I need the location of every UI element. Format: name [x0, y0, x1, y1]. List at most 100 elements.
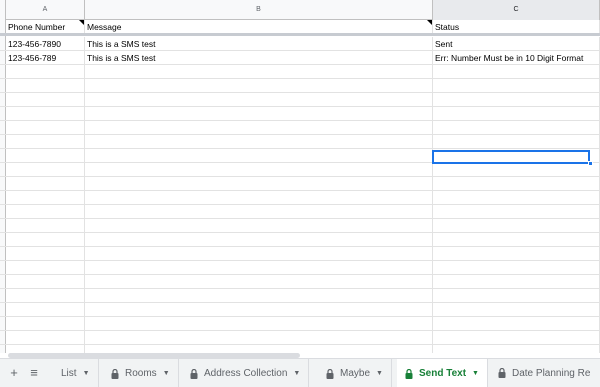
- empty-cell[interactable]: [433, 261, 600, 274]
- empty-cell[interactable]: [433, 247, 600, 260]
- empty-cell[interactable]: [433, 205, 600, 218]
- empty-cell[interactable]: [6, 205, 85, 218]
- cell-a1[interactable]: Phone Number: [6, 20, 85, 33]
- empty-cell[interactable]: [6, 121, 85, 134]
- empty-cell[interactable]: [433, 345, 600, 353]
- spreadsheet-grid[interactable]: Phone Number Message Status 123-456-7890…: [0, 20, 600, 353]
- tab-list[interactable]: List ▼: [53, 359, 99, 387]
- tab-rooms[interactable]: Rooms ▼: [103, 359, 179, 387]
- cell-a3[interactable]: 123-456-789: [6, 51, 85, 64]
- empty-cell[interactable]: [433, 317, 600, 330]
- empty-cell[interactable]: [433, 219, 600, 232]
- empty-cell[interactable]: [85, 149, 433, 162]
- empty-cell[interactable]: [433, 177, 600, 190]
- empty-cell[interactable]: [433, 233, 600, 246]
- empty-cell[interactable]: [85, 163, 433, 176]
- cell-c2[interactable]: Sent: [433, 37, 600, 50]
- cell-c1[interactable]: Status: [433, 20, 600, 33]
- note-indicator-icon: [79, 20, 84, 25]
- add-sheet-icon[interactable]: +: [6, 365, 22, 381]
- empty-cell[interactable]: [85, 65, 433, 78]
- empty-cell[interactable]: [85, 107, 433, 120]
- cell-b3[interactable]: This is a SMS test: [85, 51, 433, 64]
- cell-b1[interactable]: Message: [85, 20, 433, 33]
- empty-cell[interactable]: [85, 205, 433, 218]
- tab-date-planning[interactable]: Date Planning Re: [490, 359, 598, 387]
- all-sheets-menu-icon[interactable]: ≡: [26, 365, 42, 381]
- empty-cell[interactable]: [85, 177, 433, 190]
- active-cell-selection: [432, 150, 590, 164]
- lock-icon: [326, 368, 334, 379]
- empty-cell[interactable]: [433, 191, 600, 204]
- empty-cell[interactable]: [85, 79, 433, 92]
- tab-label: Rooms: [125, 368, 157, 380]
- empty-cell[interactable]: [6, 275, 85, 288]
- empty-cell[interactable]: [6, 219, 85, 232]
- empty-cell[interactable]: [85, 135, 433, 148]
- fill-handle[interactable]: [588, 161, 593, 166]
- empty-cell[interactable]: [433, 93, 600, 106]
- empty-cell[interactable]: [6, 79, 85, 92]
- empty-cell[interactable]: [6, 303, 85, 316]
- empty-cell[interactable]: [85, 275, 433, 288]
- empty-cell[interactable]: [433, 303, 600, 316]
- tab-label: Address Collection: [204, 368, 288, 380]
- tab-send-text[interactable]: Send Text ▼: [397, 359, 488, 387]
- cell-text: Status: [435, 22, 460, 32]
- empty-cell[interactable]: [6, 331, 85, 344]
- caret-down-icon[interactable]: ▼: [83, 359, 90, 387]
- empty-cell[interactable]: [6, 191, 85, 204]
- tab-address-collection[interactable]: Address Collection ▼: [182, 359, 310, 387]
- column-header-c[interactable]: C: [433, 0, 600, 20]
- empty-cell[interactable]: [6, 149, 85, 162]
- empty-cell[interactable]: [6, 247, 85, 260]
- empty-cell[interactable]: [85, 345, 433, 353]
- empty-row: [0, 331, 600, 345]
- empty-cell[interactable]: [85, 247, 433, 260]
- empty-row: [0, 261, 600, 275]
- cell-a2[interactable]: 123-456-7890: [6, 37, 85, 50]
- cell-b2[interactable]: This is a SMS test: [85, 37, 433, 50]
- empty-cell[interactable]: [6, 233, 85, 246]
- empty-cell[interactable]: [85, 261, 433, 274]
- tab-maybe[interactable]: Maybe ▼: [318, 359, 392, 387]
- column-header-b[interactable]: B: [85, 0, 433, 20]
- empty-row: [0, 233, 600, 247]
- empty-cell[interactable]: [6, 93, 85, 106]
- cell-c3[interactable]: Err: Number Must be in 10 Digit Format: [433, 51, 600, 64]
- empty-cell[interactable]: [6, 107, 85, 120]
- empty-cell[interactable]: [85, 191, 433, 204]
- empty-cell[interactable]: [433, 275, 600, 288]
- empty-cell[interactable]: [433, 121, 600, 134]
- caret-down-icon[interactable]: ▼: [376, 359, 383, 387]
- caret-down-icon[interactable]: ▼: [293, 359, 300, 387]
- empty-cell[interactable]: [433, 79, 600, 92]
- lock-icon: [111, 368, 119, 379]
- empty-cell[interactable]: [433, 289, 600, 302]
- column-header-a[interactable]: A: [6, 0, 85, 20]
- empty-cell[interactable]: [85, 93, 433, 106]
- empty-cell[interactable]: [6, 345, 85, 353]
- empty-cell[interactable]: [85, 289, 433, 302]
- empty-cell[interactable]: [85, 303, 433, 316]
- empty-cell[interactable]: [433, 107, 600, 120]
- empty-cell[interactable]: [6, 65, 85, 78]
- empty-cell[interactable]: [85, 219, 433, 232]
- empty-cell[interactable]: [433, 135, 600, 148]
- empty-cell[interactable]: [6, 177, 85, 190]
- empty-cell[interactable]: [6, 289, 85, 302]
- empty-cell[interactable]: [6, 317, 85, 330]
- caret-down-icon[interactable]: ▼: [163, 359, 170, 387]
- empty-cell[interactable]: [6, 163, 85, 176]
- empty-cell[interactable]: [433, 65, 600, 78]
- empty-cell[interactable]: [6, 135, 85, 148]
- empty-cell[interactable]: [6, 261, 85, 274]
- empty-row: [0, 191, 600, 205]
- empty-cell[interactable]: [85, 317, 433, 330]
- empty-cell[interactable]: [433, 331, 600, 344]
- empty-cell[interactable]: [85, 233, 433, 246]
- empty-cell[interactable]: [85, 121, 433, 134]
- empty-cell[interactable]: [85, 331, 433, 344]
- caret-down-icon[interactable]: ▼: [472, 359, 479, 387]
- empty-cell[interactable]: [433, 163, 600, 176]
